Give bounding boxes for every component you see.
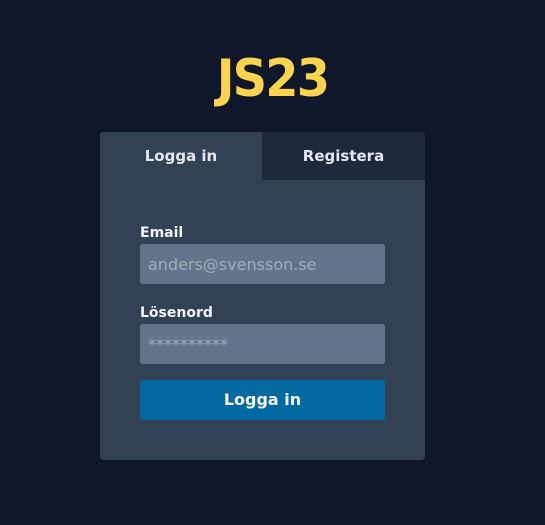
password-label: Lösenord — [140, 305, 213, 321]
app-logo: JS23 — [216, 49, 330, 109]
login-button[interactable]: Logga in — [140, 380, 385, 420]
email-label: Email — [140, 225, 184, 241]
auth-card: Logga in Registera Email Lösenord Logga … — [100, 132, 425, 460]
tab-login[interactable]: Logga in — [100, 132, 262, 180]
auth-tabs: Logga in Registera — [100, 132, 425, 180]
email-field[interactable] — [140, 244, 385, 284]
tab-register[interactable]: Registera — [262, 132, 425, 180]
password-field[interactable] — [140, 324, 385, 364]
